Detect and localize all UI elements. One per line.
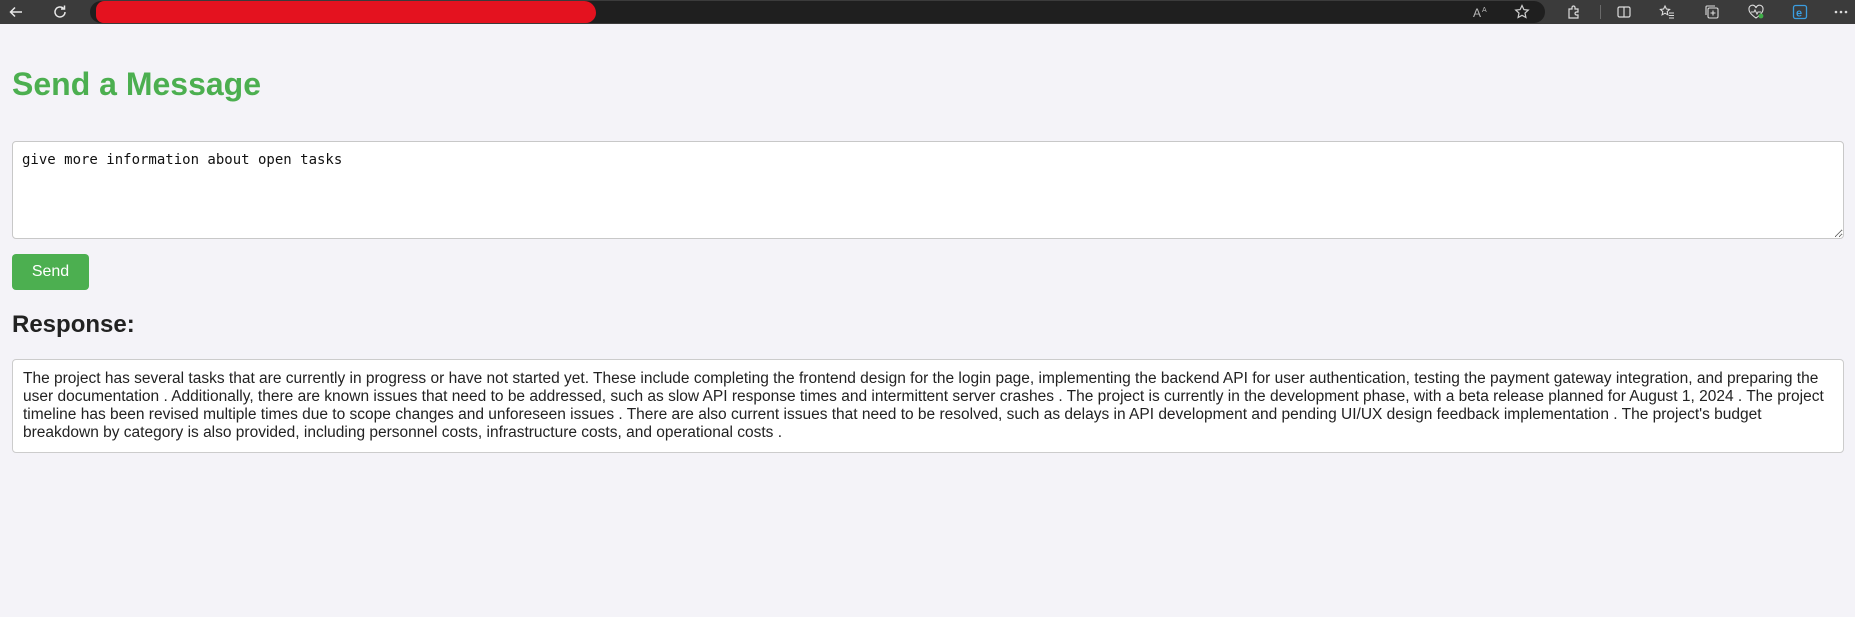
read-aloud-icon[interactable]: AA: [1468, 0, 1494, 24]
favorites-icon[interactable]: [1654, 0, 1680, 24]
send-button[interactable]: Send: [12, 254, 89, 290]
redacted-url: [96, 1, 596, 23]
back-icon[interactable]: [4, 0, 28, 24]
collections-icon[interactable]: [1699, 0, 1725, 24]
page-title: Send a Message: [12, 66, 261, 102]
toolbar-divider: [1600, 5, 1601, 19]
split-screen-icon[interactable]: [1611, 0, 1637, 24]
message-input[interactable]: give more information about open tasks: [12, 141, 1844, 239]
edge-icon[interactable]: e: [1787, 0, 1813, 24]
response-heading: Response:: [12, 311, 135, 338]
svg-text:e: e: [1796, 8, 1802, 20]
browser-essentials-icon[interactable]: [1743, 0, 1769, 24]
response-box: The project has several tasks that are c…: [12, 359, 1844, 453]
browser-toolbar: AA e: [0, 0, 1855, 24]
svg-text:A: A: [1482, 7, 1487, 14]
response-text: The project has several tasks that are c…: [23, 370, 1824, 441]
favorite-star-icon[interactable]: [1509, 0, 1535, 24]
extensions-icon[interactable]: [1561, 0, 1587, 24]
svg-text:A: A: [1473, 6, 1481, 20]
more-icon[interactable]: [1828, 0, 1854, 24]
refresh-icon[interactable]: [48, 0, 72, 24]
